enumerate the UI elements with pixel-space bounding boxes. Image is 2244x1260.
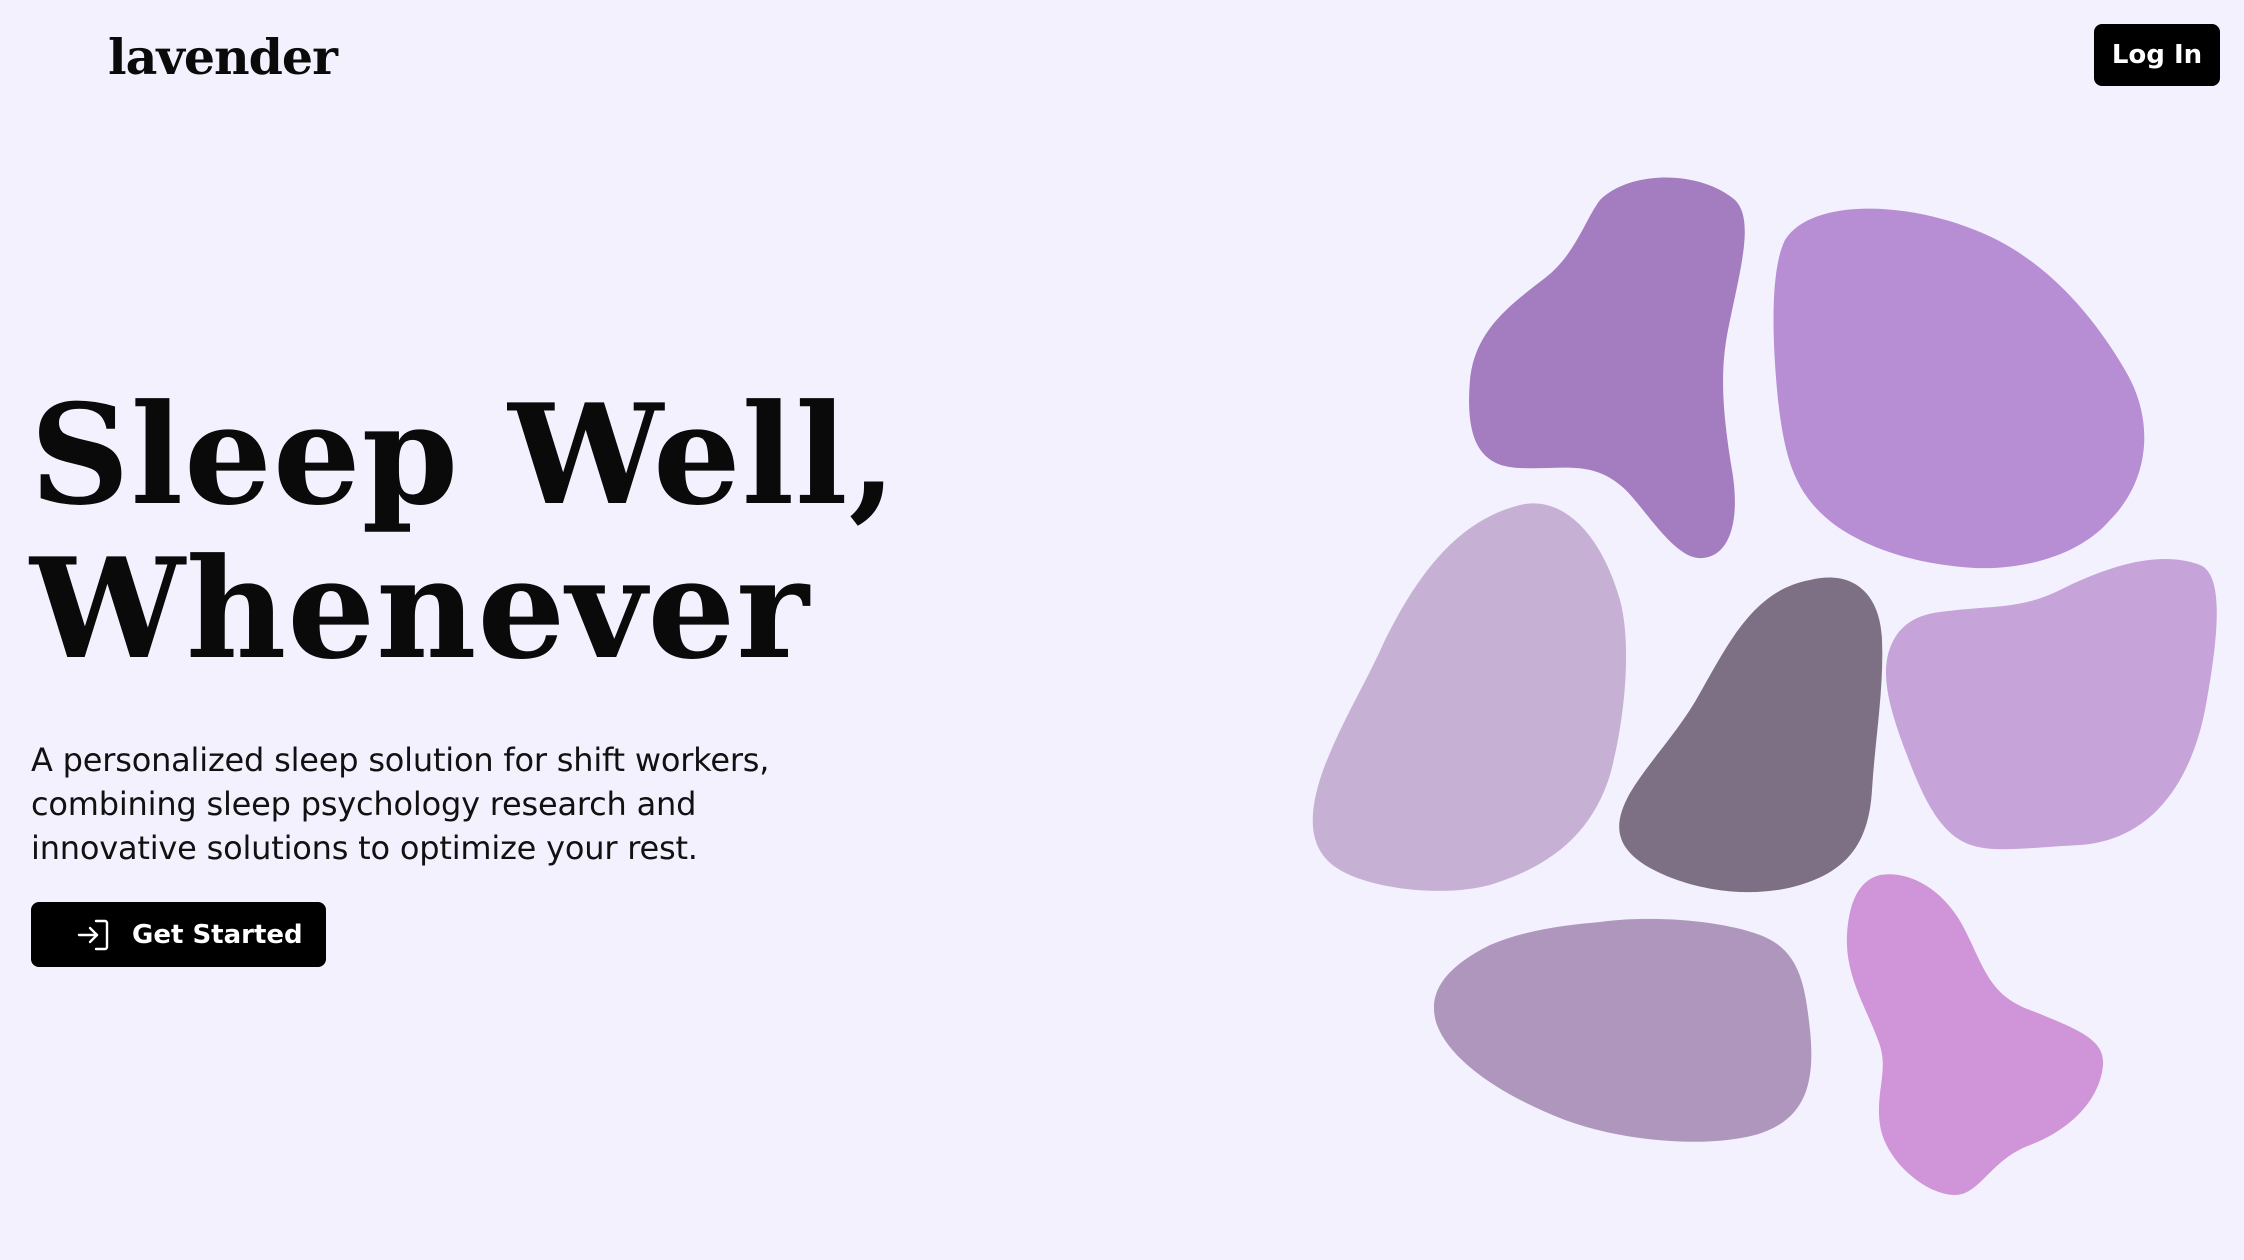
blob-top-left: [1469, 177, 1745, 559]
hero-subtitle: A personalized sleep solution for shift …: [31, 741, 770, 867]
blob-bottom-left: [1433, 918, 1812, 1142]
hero-title: Sleep Well, Whenever: [30, 378, 898, 686]
hero-title-line-1: Sleep Well,: [30, 373, 898, 536]
login-button[interactable]: Log In: [2094, 24, 2220, 86]
get-started-button[interactable]: Get Started: [31, 902, 326, 967]
blob-mid-right: [1885, 559, 2217, 850]
logo[interactable]: lavender: [108, 22, 338, 92]
hero-title-line-2: Whenever: [30, 527, 810, 690]
blob-mid-left: [1312, 503, 1627, 891]
blob-center: [1619, 577, 1883, 893]
get-started-label: Get Started: [132, 919, 303, 950]
blob-top-right: [1773, 208, 2145, 569]
login-arrow-icon: [76, 918, 110, 952]
blob-bottom-right: [1846, 874, 2104, 1195]
